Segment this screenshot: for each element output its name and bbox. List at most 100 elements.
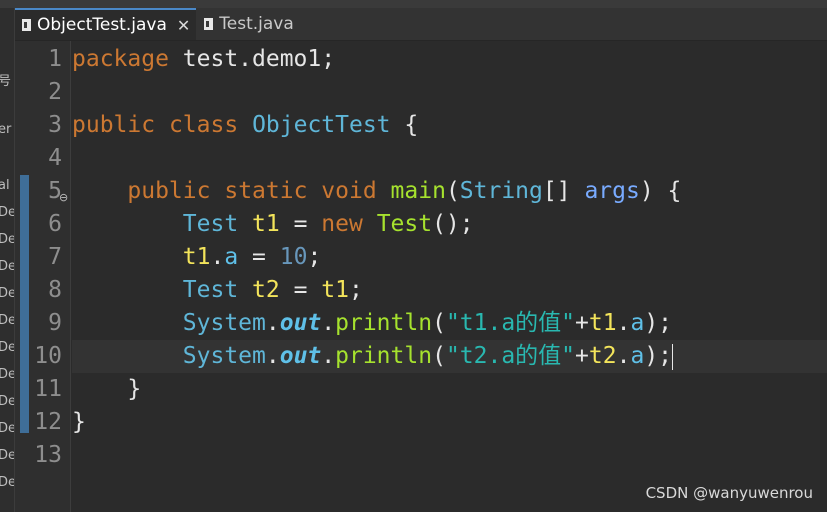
code-token: a bbox=[630, 310, 645, 336]
code-token: ; bbox=[307, 244, 322, 270]
code-token: ( bbox=[445, 178, 460, 204]
code-token: [] bbox=[542, 178, 585, 204]
code-line-current[interactable]: System.out.println("t2.a的值"+t2.a); bbox=[72, 340, 827, 373]
code-token: t2 bbox=[588, 343, 617, 369]
line-number-gutter: ⊖ 1 2 3 4 5 6 7 8 9 10 11 12 13 bbox=[15, 41, 71, 512]
tab-label: ObjectTest.java bbox=[37, 15, 167, 35]
truncated-label: De bbox=[0, 475, 14, 490]
truncated-label: De bbox=[0, 340, 14, 355]
code-token: t1 bbox=[588, 310, 617, 336]
code-token: System bbox=[182, 310, 266, 336]
java-file-icon bbox=[204, 18, 214, 30]
code-token: . bbox=[210, 244, 225, 270]
watermark: CSDN @wanyuwenrou bbox=[645, 484, 813, 502]
truncated-label: De bbox=[0, 367, 14, 382]
code-line[interactable]: t1.a = 10; bbox=[72, 241, 827, 274]
close-icon[interactable]: ✕ bbox=[177, 16, 190, 35]
code-token: main bbox=[390, 178, 446, 204]
line-number: 4 bbox=[48, 145, 62, 171]
code-token: new bbox=[321, 211, 363, 237]
tab-test-java[interactable]: Test.java bbox=[196, 8, 300, 40]
code-token: test.demo1; bbox=[168, 46, 336, 72]
line-number: 6 bbox=[48, 211, 62, 237]
code-token: (); bbox=[432, 211, 474, 237]
code-token: + bbox=[575, 343, 589, 369]
code-token: t2 bbox=[252, 277, 280, 303]
code-token: out bbox=[279, 310, 322, 336]
code-token: = bbox=[279, 211, 322, 237]
truncated-label: De bbox=[0, 286, 14, 301]
code-token: "t1.a的值" bbox=[445, 310, 576, 336]
editor-tab-bar: ObjectTest.java ✕ Test.java bbox=[14, 8, 827, 41]
code-editor[interactable]: ⊖ 1 2 3 4 5 6 7 8 9 10 11 12 13 package … bbox=[15, 41, 827, 512]
code-token: ); bbox=[644, 343, 673, 369]
code-token: static bbox=[224, 178, 308, 204]
code-token: package bbox=[72, 46, 169, 72]
code-token: + bbox=[575, 310, 589, 336]
code-token: System bbox=[182, 343, 266, 369]
code-token: . bbox=[321, 343, 336, 369]
code-token: String bbox=[459, 178, 543, 204]
code-token: . bbox=[321, 310, 336, 336]
line-number: 3 bbox=[48, 112, 62, 138]
tab-label: Test.java bbox=[219, 14, 294, 34]
code-token: t1 bbox=[252, 211, 280, 237]
code-token: Test bbox=[182, 211, 239, 237]
left-panel-edge: 号 er al De De De De De De De De De De De bbox=[0, 8, 15, 512]
code-token: void bbox=[321, 178, 377, 204]
truncated-label: De bbox=[0, 421, 14, 436]
text-cursor bbox=[672, 343, 674, 370]
code-token: Test bbox=[376, 211, 433, 237]
code-token: println bbox=[335, 310, 433, 336]
code-token: { bbox=[390, 112, 419, 138]
line-number: 12 bbox=[34, 409, 62, 435]
code-token: . bbox=[265, 343, 280, 369]
code-token: t1 bbox=[182, 244, 211, 270]
code-token: ( bbox=[432, 343, 446, 369]
line-number: 5 bbox=[48, 178, 62, 204]
truncated-label: 号 bbox=[0, 70, 11, 89]
java-file-icon bbox=[22, 19, 31, 31]
code-token: ObjectTest bbox=[252, 112, 391, 138]
code-line[interactable]: Test t2 = t1; bbox=[72, 274, 827, 307]
code-token: public bbox=[72, 112, 156, 138]
code-token: } bbox=[72, 409, 86, 435]
tab-objecttest-java[interactable]: ObjectTest.java ✕ bbox=[14, 8, 197, 40]
truncated-label: De bbox=[0, 205, 14, 220]
code-token: a bbox=[630, 343, 645, 369]
code-token: ( bbox=[432, 310, 446, 336]
code-token: Test bbox=[182, 277, 239, 303]
code-token: a bbox=[224, 244, 239, 270]
truncated-label: De bbox=[0, 313, 14, 328]
code-line[interactable]: } bbox=[72, 406, 827, 439]
line-number: 10 bbox=[34, 343, 62, 369]
line-number: 1 bbox=[48, 46, 62, 72]
code-token: } bbox=[127, 376, 142, 402]
code-token: class bbox=[168, 112, 239, 138]
truncated-label: al bbox=[0, 178, 10, 193]
code-token: out bbox=[279, 343, 322, 369]
truncated-label: De bbox=[0, 394, 14, 409]
code-token: ) { bbox=[639, 178, 682, 204]
code-token: . bbox=[616, 343, 631, 369]
line-number: 11 bbox=[34, 376, 62, 402]
code-token: ); bbox=[644, 310, 673, 336]
code-line[interactable]: public class ObjectTest { bbox=[72, 109, 827, 142]
code-token: "t2.a的值" bbox=[445, 343, 576, 369]
code-line[interactable]: Test t1 = new Test(); bbox=[72, 208, 827, 241]
truncated-label: er bbox=[0, 122, 12, 137]
line-number: 8 bbox=[48, 277, 62, 303]
code-token: println bbox=[335, 343, 433, 369]
code-line[interactable]: System.out.println("t1.a的值"+t1.a); bbox=[72, 307, 827, 340]
code-token: 10 bbox=[279, 244, 308, 270]
code-token: ; bbox=[348, 277, 363, 303]
code-token: args bbox=[584, 178, 640, 204]
truncated-label: De bbox=[0, 448, 14, 463]
code-line[interactable]: package test.demo1; bbox=[72, 43, 827, 76]
code-line[interactable]: public static void main(String[] args) { bbox=[72, 175, 827, 208]
code-token: t1 bbox=[321, 277, 349, 303]
truncated-label: De bbox=[0, 232, 14, 247]
code-line[interactable]: } bbox=[72, 373, 827, 406]
code-token: public bbox=[127, 178, 211, 204]
truncated-label: De bbox=[0, 259, 14, 274]
